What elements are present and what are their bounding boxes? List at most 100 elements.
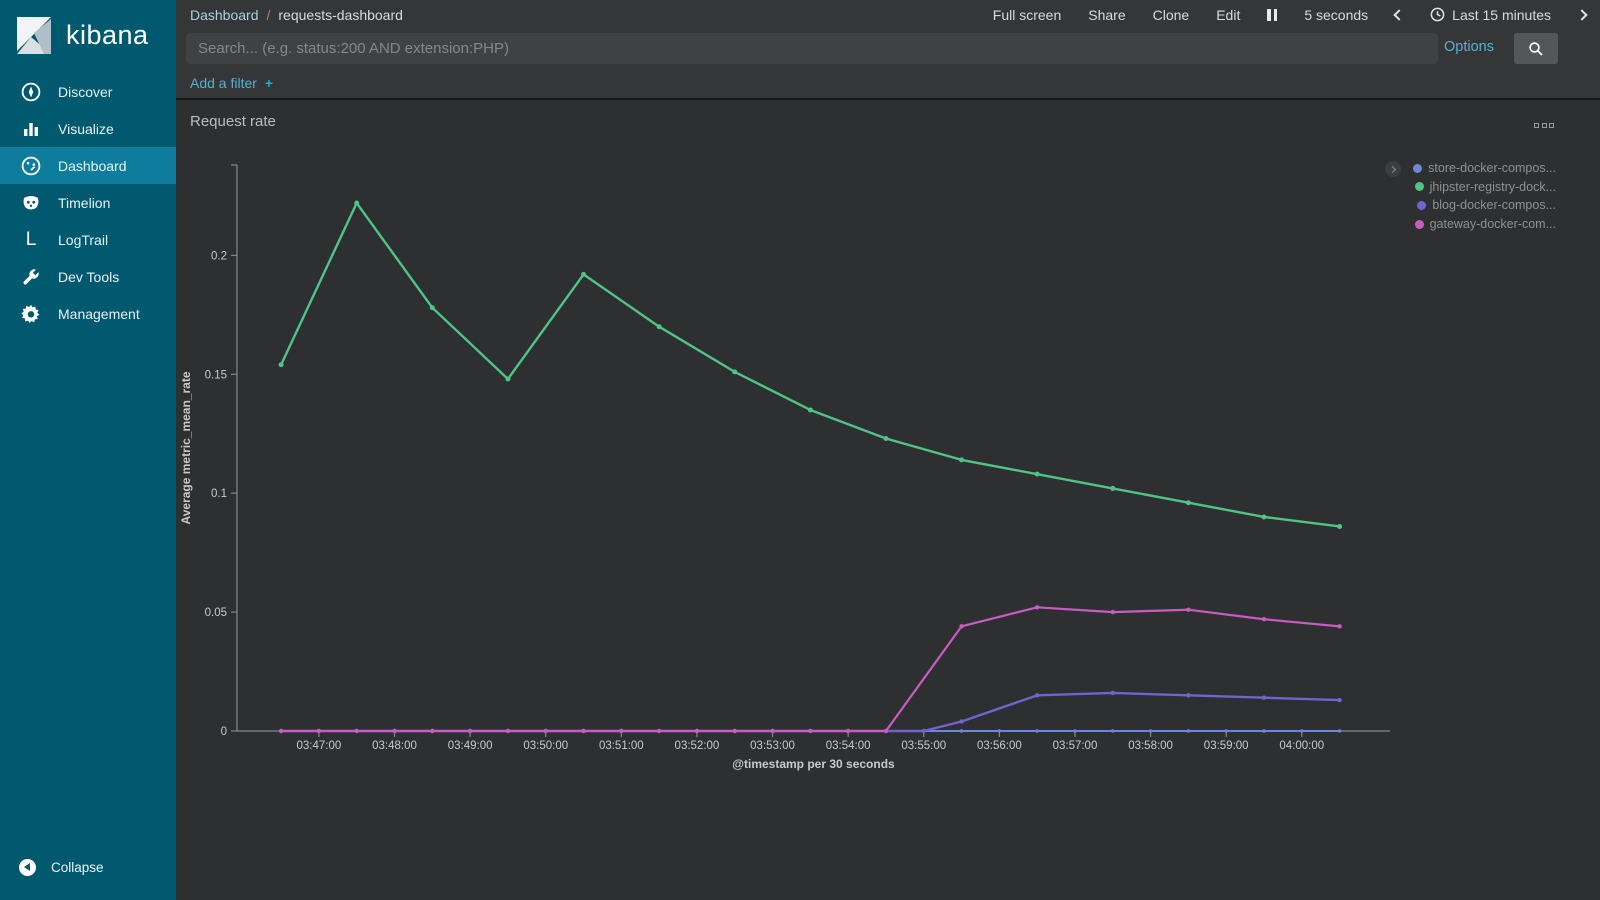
sidebar-item-label: Discover xyxy=(58,83,113,100)
legend-toggle-icon[interactable] xyxy=(1385,161,1401,177)
add-filter-button[interactable]: Add a filter + xyxy=(190,75,273,91)
sidebar-item-label: Dev Tools xyxy=(58,268,120,285)
data-point-marker xyxy=(581,271,587,277)
data-point-marker xyxy=(959,457,965,463)
series-line xyxy=(280,606,1341,733)
x-tick-label: 03:49:00 xyxy=(448,740,493,752)
data-point-marker xyxy=(429,305,435,311)
x-tick-label: 03:48:00 xyxy=(372,740,417,752)
data-point-marker xyxy=(430,728,435,734)
sidebar-item-label: Dashboard xyxy=(58,157,127,174)
legend-color-dot xyxy=(1414,182,1424,192)
data-point-marker xyxy=(1034,605,1040,610)
clock-icon xyxy=(1430,7,1445,22)
sidebar-item-discover[interactable]: Discover xyxy=(0,73,176,110)
breadcrumb-page: requests-dashboard xyxy=(278,6,403,23)
x-tick-label: 03:47:00 xyxy=(297,740,342,752)
data-point-marker xyxy=(505,728,511,734)
breadcrumb: Dashboard / requests-dashboard xyxy=(190,7,403,23)
filter-bar: Add a filter + xyxy=(176,68,1600,100)
sidebar-item-dashboard[interactable]: Dashboard xyxy=(0,147,176,184)
sidebar-item-logtrail[interactable]: L LogTrail xyxy=(0,221,176,258)
sidebar-item-label: Visualize xyxy=(58,120,114,137)
data-point-marker xyxy=(505,376,511,382)
legend-label: gateway-docker-com... xyxy=(1429,217,1556,232)
legend-label: jhipster-registry-dock... xyxy=(1429,179,1556,194)
y-tick-label: 0.05 xyxy=(205,607,227,619)
data-point-marker xyxy=(1185,500,1191,506)
top-menu-edit[interactable]: Edit xyxy=(1216,7,1240,23)
legend-item[interactable]: gateway-docker-com... xyxy=(1413,215,1556,234)
data-point-marker xyxy=(1337,729,1342,733)
add-filter-label: Add a filter xyxy=(190,75,257,91)
legend-item[interactable]: jhipster-registry-dock... xyxy=(1413,178,1556,197)
top-menu-clone[interactable]: Clone xyxy=(1153,7,1190,23)
sidebar-item-timelion[interactable]: Timelion xyxy=(0,184,176,221)
data-point-marker xyxy=(1111,729,1115,733)
data-point-marker xyxy=(1262,729,1266,733)
collapse-icon xyxy=(19,858,36,876)
data-point-marker xyxy=(1186,729,1191,733)
series-line xyxy=(279,691,1341,733)
data-point-marker xyxy=(770,728,775,734)
time-range-picker[interactable]: Last 15 minutes xyxy=(1430,7,1551,23)
data-point-marker xyxy=(1186,607,1191,612)
refresh-interval-button[interactable]: 5 seconds xyxy=(1304,7,1368,23)
data-point-marker xyxy=(1034,471,1040,477)
sidebar-nav: Discover Visualize Dashboard Timelion L LogTr… xyxy=(0,73,176,332)
data-point-marker xyxy=(656,728,662,734)
search-button[interactable] xyxy=(1514,33,1558,64)
kibana-logo-text: kibana xyxy=(66,19,149,50)
kibana-logo[interactable]: kibana xyxy=(0,0,176,73)
compass-icon xyxy=(19,80,43,104)
top-menu-items: Full screen Share Clone Edit xyxy=(993,7,1241,23)
data-point-marker xyxy=(1300,729,1304,733)
x-tick-label: 03:57:00 xyxy=(1053,740,1098,752)
wrench-icon xyxy=(19,265,43,289)
top-menu: Full screen Share Clone Edit 5 seconds Last… xyxy=(993,7,1588,23)
data-point-marker xyxy=(997,729,1002,733)
x-tick-label: 03:56:00 xyxy=(977,740,1022,752)
legend-item[interactable]: store-docker-compos... xyxy=(1413,159,1556,178)
sidebar-item-management[interactable]: Management xyxy=(0,295,176,332)
pause-icon[interactable] xyxy=(1267,8,1278,21)
x-tick-label: 03:52:00 xyxy=(675,740,720,752)
x-tick-label: 03:53:00 xyxy=(750,740,795,752)
sidebar-item-visualize[interactable]: Visualize xyxy=(0,110,176,147)
kibana-logo-icon xyxy=(17,17,51,54)
x-tick-label: 03:55:00 xyxy=(901,740,946,752)
data-point-marker xyxy=(354,200,360,206)
data-point-marker xyxy=(732,728,737,734)
sidebar-collapse-button[interactable]: Collapse xyxy=(0,850,104,884)
data-point-marker xyxy=(883,728,889,734)
data-point-marker xyxy=(959,729,964,733)
x-tick-label: 04:00:00 xyxy=(1279,740,1324,752)
search-icon xyxy=(1529,41,1543,56)
time-range-label: Last 15 minutes xyxy=(1452,6,1551,23)
data-point-marker xyxy=(1035,729,1039,733)
data-point-marker xyxy=(1034,693,1040,698)
sidebar: kibana Discover Visualize Dashboard Timelio… xyxy=(0,0,176,900)
sidebar-item-dev-tools[interactable]: Dev Tools xyxy=(0,258,176,295)
request-rate-chart: 0 0.05 0.1 0.15 0.2 03:47:00 03:48:00 03:49:00 0… xyxy=(176,102,1600,802)
data-point-marker xyxy=(543,728,548,734)
time-back-icon[interactable] xyxy=(1393,8,1405,21)
legend-item[interactable]: blog-docker-compos... xyxy=(1413,196,1556,215)
search-bar: Options xyxy=(176,29,1600,68)
data-point-marker xyxy=(1110,485,1116,491)
data-point-marker xyxy=(959,719,964,724)
gear-icon xyxy=(19,302,43,326)
breadcrumb-section-link[interactable]: Dashboard xyxy=(190,7,259,23)
sidebar-item-label: Timelion xyxy=(58,194,111,211)
x-tick-label: 03:54:00 xyxy=(826,740,871,752)
options-link[interactable]: Options xyxy=(1444,39,1494,55)
sidebar-item-label: LogTrail xyxy=(58,231,109,248)
data-point-marker xyxy=(316,728,322,734)
timelion-icon xyxy=(19,191,43,215)
search-input[interactable] xyxy=(186,33,1438,64)
dashboard-panel: Request rate 0 0.05 0.1 0.15 0.2 03:47:00 03:4… xyxy=(176,102,1600,900)
top-menu-share[interactable]: Share xyxy=(1088,7,1125,23)
series-line xyxy=(279,201,1341,528)
top-menu-full-screen[interactable]: Full screen xyxy=(993,7,1061,23)
time-forward-icon[interactable] xyxy=(1576,8,1588,21)
